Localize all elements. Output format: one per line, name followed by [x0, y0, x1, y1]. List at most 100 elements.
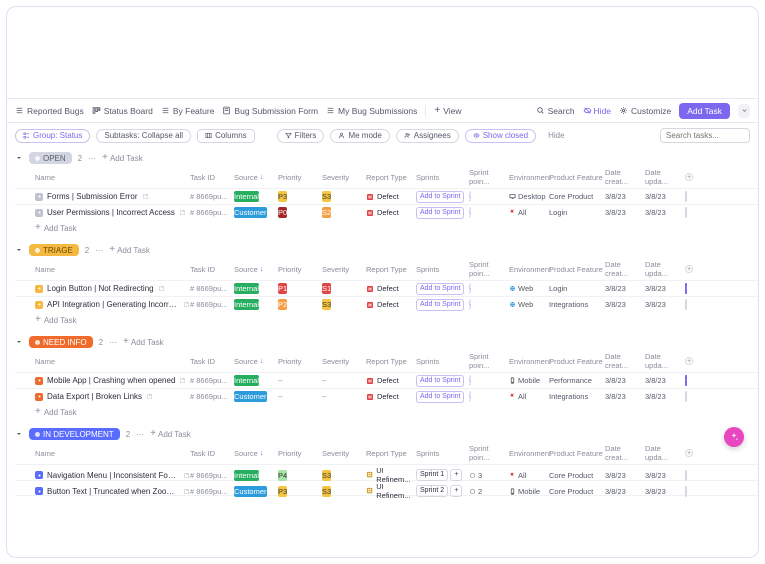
tab-status-board[interactable]: Status Board	[92, 106, 153, 116]
task-id[interactable]: # 8669pu...	[190, 376, 234, 385]
me-mode-pill[interactable]: Me mode	[330, 129, 389, 143]
task-name-cell[interactable]: User Permissions | Incorrect Access	[35, 208, 190, 217]
col-sprints[interactable]: Sprints	[416, 265, 469, 274]
col-add[interactable]: +	[685, 357, 701, 365]
open-icon[interactable]	[179, 377, 186, 384]
col-report-type[interactable]: Report Type	[366, 449, 416, 458]
group-add-task[interactable]: +Add Task	[123, 337, 164, 347]
open-icon[interactable]	[142, 193, 149, 200]
date-created[interactable]: 3/8/23	[605, 471, 645, 480]
status-pill[interactable]: TRIAGE	[29, 244, 79, 256]
group-menu[interactable]: ···	[95, 246, 103, 255]
task-row[interactable]: User Permissions | Incorrect Access # 86…	[15, 204, 758, 220]
col-name[interactable]: Name	[35, 449, 190, 458]
date-updated[interactable]: 3/8/23	[645, 471, 685, 480]
task-row[interactable]: Login Button | Not Redirecting # 8669pu.…	[15, 280, 758, 296]
hide-filters-label[interactable]: Hide	[548, 131, 564, 140]
environment[interactable]: Mobile	[509, 376, 549, 385]
group-menu[interactable]: ···	[109, 338, 117, 347]
row-checkbox[interactable]	[685, 470, 687, 481]
col-taskid[interactable]: Task ID	[190, 357, 234, 366]
product-feature[interactable]: Performance	[549, 376, 605, 385]
group-pill[interactable]: Group: Status	[15, 129, 90, 143]
col-source[interactable]: Source ↓	[234, 449, 278, 458]
task-name-cell[interactable]: Button Text | Truncated when Zoomed...	[35, 487, 190, 496]
date-updated[interactable]: 3/8/23	[645, 376, 685, 385]
task-row[interactable]: Button Text | Truncated when Zoomed... #…	[15, 480, 758, 496]
add-to-sprint-button[interactable]: Add to Sprint	[416, 207, 464, 219]
row-checkbox[interactable]	[685, 283, 687, 294]
assignees-pill[interactable]: Assignees	[396, 129, 459, 143]
col-severity[interactable]: Severity	[322, 449, 366, 458]
col-product-feature[interactable]: Product Feature	[549, 173, 605, 182]
col-source[interactable]: Source ↓	[234, 265, 278, 274]
report-type[interactable]: Defect	[366, 376, 416, 385]
status-pill[interactable]: OPEN	[29, 152, 72, 164]
group-header[interactable]: NEED INFO 2 ··· +Add Task	[15, 334, 758, 350]
customize-button[interactable]: Customize	[619, 106, 671, 116]
add-task-dropdown[interactable]	[738, 104, 750, 118]
group-add-task[interactable]: +Add Task	[109, 245, 150, 255]
report-type[interactable]: Defect	[366, 284, 416, 293]
hide-button[interactable]: Hide	[583, 106, 611, 116]
show-closed-pill[interactable]: Show closed	[465, 129, 536, 143]
col-sprint-points[interactable]: Sprint poin...	[469, 352, 509, 370]
add-task-row[interactable]: +Add Task	[15, 312, 758, 328]
col-environment[interactable]: Environment	[509, 357, 549, 366]
col-date-updated[interactable]: Date upda...	[645, 352, 685, 370]
priority-tag[interactable]: P0	[278, 207, 287, 218]
assignee-placeholder[interactable]	[469, 283, 471, 294]
task-id[interactable]: # 8669pu...	[190, 208, 234, 217]
task-name-cell[interactable]: Mobile App | Crashing when opened	[35, 376, 190, 385]
assignee-placeholder[interactable]	[469, 391, 471, 402]
severity-tag[interactable]: S3	[322, 299, 331, 310]
col-sprints[interactable]: Sprints	[416, 173, 469, 182]
col-product-feature[interactable]: Product Feature	[549, 357, 605, 366]
columns-pill[interactable]: Columns	[197, 129, 255, 143]
product-feature[interactable]: Integrations	[549, 300, 605, 309]
date-updated[interactable]: 3/8/23	[645, 392, 685, 401]
col-date-created[interactable]: Date creat...	[605, 168, 645, 186]
date-updated[interactable]: 3/8/23	[645, 284, 685, 293]
product-feature[interactable]: Integrations	[549, 392, 605, 401]
group-header[interactable]: TRIAGE 2 ··· +Add Task	[15, 242, 758, 258]
product-feature[interactable]: Login	[549, 284, 605, 293]
environment[interactable]: Desktop	[509, 192, 549, 201]
task-id[interactable]: # 8669pu...	[190, 300, 234, 309]
date-created[interactable]: 3/8/23	[605, 284, 645, 293]
source-tag[interactable]: Internal	[234, 283, 259, 294]
col-product-feature[interactable]: Product Feature	[549, 265, 605, 274]
date-updated[interactable]: 3/8/23	[645, 208, 685, 217]
open-icon[interactable]	[183, 301, 190, 308]
open-icon[interactable]	[183, 472, 190, 479]
product-feature[interactable]: Core Product	[549, 471, 605, 480]
subtasks-pill[interactable]: Subtasks: Collapse all	[96, 129, 191, 143]
task-id[interactable]: # 8669pu...	[190, 392, 234, 401]
add-view-button[interactable]: + View	[434, 106, 461, 116]
open-icon[interactable]	[183, 488, 190, 495]
tab-my-submissions[interactable]: My Bug Submissions	[326, 106, 417, 116]
sprint-points[interactable]: 3	[469, 471, 509, 480]
task-id[interactable]: # 8669pu...	[190, 284, 234, 293]
severity-tag[interactable]: S3	[322, 470, 331, 481]
col-sprints[interactable]: Sprints	[416, 449, 469, 458]
col-environment[interactable]: Environment	[509, 173, 549, 182]
group-header[interactable]: OPEN 2 ··· +Add Task	[15, 150, 758, 166]
date-updated[interactable]: 3/8/23	[645, 300, 685, 309]
sprint-points[interactable]: 2	[469, 487, 509, 496]
col-environment[interactable]: Environment	[509, 449, 549, 458]
date-created[interactable]: 3/8/23	[605, 192, 645, 201]
add-sprint-button[interactable]: +	[450, 485, 462, 497]
col-add[interactable]: +	[685, 173, 701, 181]
row-checkbox[interactable]	[685, 375, 687, 386]
add-to-sprint-button[interactable]: Add to Sprint	[416, 391, 464, 403]
environment[interactable]: All	[509, 208, 549, 217]
col-name[interactable]: Name	[35, 357, 190, 366]
open-icon[interactable]	[158, 285, 165, 292]
task-row[interactable]: Navigation Menu | Inconsistent Font Si..…	[15, 464, 758, 480]
group-menu[interactable]: ···	[88, 154, 96, 163]
source-tag[interactable]: Internal	[234, 375, 259, 386]
col-date-updated[interactable]: Date upda...	[645, 260, 685, 278]
col-date-updated[interactable]: Date upda...	[645, 444, 685, 462]
col-name[interactable]: Name	[35, 265, 190, 274]
